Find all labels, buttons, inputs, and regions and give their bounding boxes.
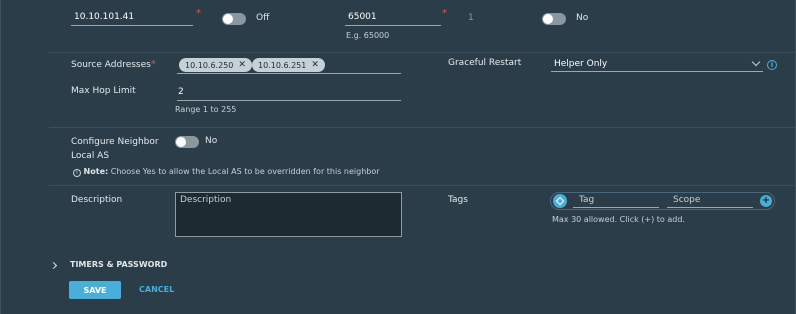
- chevron-right-icon: [49, 261, 58, 270]
- bgp-neighbor-form: 10.10.101.41 * Off 65001 * E.g. 65000 1 …: [0, 0, 796, 314]
- tags-hint: Max 30 allowed. Click (+) to add.: [552, 215, 685, 224]
- required-marker: *: [150, 59, 156, 70]
- close-icon[interactable]: ✕: [311, 60, 319, 70]
- local-as-label: Configure Neighbor Local AS: [71, 137, 159, 161]
- max-hop-field[interactable]: 2: [177, 84, 401, 101]
- remote-as-field[interactable]: 65001: [345, 10, 441, 26]
- tags-label: Tags: [448, 195, 468, 205]
- max-hop-label: Max Hop Limit: [71, 86, 136, 96]
- scope-placeholder: Scope: [673, 195, 701, 205]
- graceful-restart-select[interactable]: Helper Only: [551, 56, 763, 72]
- cancel-button[interactable]: CANCEL: [139, 285, 174, 294]
- local-as-toggle-label: No: [205, 136, 218, 146]
- chevron-down-icon: [751, 57, 761, 67]
- remote-as-value: 65001: [348, 12, 377, 22]
- save-button[interactable]: SAVE: [69, 281, 121, 299]
- chip-label: 10.10.6.251: [258, 60, 307, 70]
- divider: [49, 127, 796, 128]
- max-hop-value: 2: [178, 87, 184, 97]
- neighbor-ip-value: 10.10.101.41: [74, 12, 135, 22]
- local-as-toggle[interactable]: [175, 136, 199, 148]
- info-icon[interactable]: i: [767, 60, 777, 70]
- divider: [49, 52, 796, 53]
- chip-label: 10.10.6.250: [185, 60, 234, 70]
- tag-placeholder: Tag: [579, 195, 595, 205]
- allowas-toggle[interactable]: [542, 13, 566, 25]
- max-hop-hint: Range 1 to 255: [175, 105, 237, 114]
- count-value: 1: [468, 13, 474, 23]
- allowas-toggle-label: No: [576, 13, 589, 23]
- scope-input[interactable]: Scope: [667, 195, 753, 208]
- close-icon[interactable]: ✕: [238, 60, 246, 70]
- source-address-chip[interactable]: 10.10.6.251 ✕: [252, 58, 325, 72]
- bfd-toggle[interactable]: [222, 13, 246, 25]
- tag-icon: [553, 194, 567, 208]
- description-placeholder: Description: [180, 195, 232, 205]
- source-address-chip[interactable]: 10.10.6.250 ✕: [179, 58, 252, 72]
- info-icon: i: [73, 169, 81, 177]
- divider: [49, 185, 796, 186]
- bfd-toggle-label: Off: [256, 13, 270, 23]
- tag-input[interactable]: Tag: [573, 195, 659, 208]
- source-addresses-label: Source Addresses*: [71, 59, 156, 70]
- local-as-note: i Note: Choose Yes to allow the Local AS…: [73, 167, 380, 177]
- tag-input-group: Tag Scope +: [550, 192, 775, 210]
- add-tag-icon[interactable]: +: [760, 195, 772, 207]
- remote-as-hint: E.g. 65000: [346, 31, 390, 40]
- neighbor-ip-field[interactable]: 10.10.101.41: [71, 10, 193, 26]
- required-marker: *: [196, 8, 201, 19]
- graceful-restart-label: Graceful Restart: [448, 58, 522, 68]
- required-marker: *: [442, 8, 447, 19]
- description-label: Description: [71, 195, 123, 205]
- description-textarea[interactable]: Description: [175, 192, 402, 237]
- timers-section-label: TIMERS & PASSWORD: [70, 260, 168, 269]
- graceful-restart-value: Helper Only: [554, 59, 608, 69]
